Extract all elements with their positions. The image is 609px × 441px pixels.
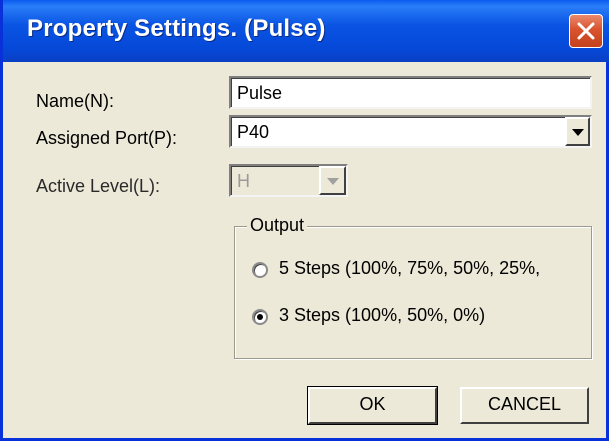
radio-5-steps[interactable] xyxy=(252,262,268,278)
assigned-port-dropdown-button[interactable] xyxy=(565,117,590,146)
name-input[interactable]: Pulse xyxy=(229,76,592,109)
close-x-icon xyxy=(577,22,595,40)
title-bar[interactable]: Property Settings. (Pulse) xyxy=(3,0,609,62)
active-level-value: H xyxy=(237,171,250,191)
cancel-button[interactable]: CANCEL xyxy=(460,387,589,424)
window-title: Property Settings. (Pulse) xyxy=(27,15,326,42)
output-group-label: Output xyxy=(247,215,308,236)
radio-3-steps[interactable] xyxy=(252,309,268,325)
radio-3-steps-label[interactable]: 3 Steps (100%, 50%, 0%) xyxy=(279,305,485,326)
chevron-down-icon xyxy=(326,177,339,185)
radio-selected-dot xyxy=(257,314,263,320)
property-settings-dialog: Property Settings. (Pulse) Name(N): Puls… xyxy=(0,0,609,441)
chevron-down-icon xyxy=(571,128,584,136)
output-group xyxy=(234,226,592,359)
assigned-port-value: P40 xyxy=(237,122,270,142)
ok-button[interactable]: OK xyxy=(307,386,438,425)
assigned-port-select[interactable]: P40 xyxy=(229,115,592,148)
active-level-label: Active Level(L): xyxy=(36,176,161,196)
assigned-port-label: Assigned Port(P): xyxy=(36,128,178,148)
radio-5-steps-label[interactable]: 5 Steps (100%, 75%, 50%, 25%, xyxy=(279,258,540,279)
active-level-dropdown-button[interactable] xyxy=(319,166,346,195)
name-label: Name(N): xyxy=(36,91,115,111)
close-button[interactable] xyxy=(569,14,603,48)
